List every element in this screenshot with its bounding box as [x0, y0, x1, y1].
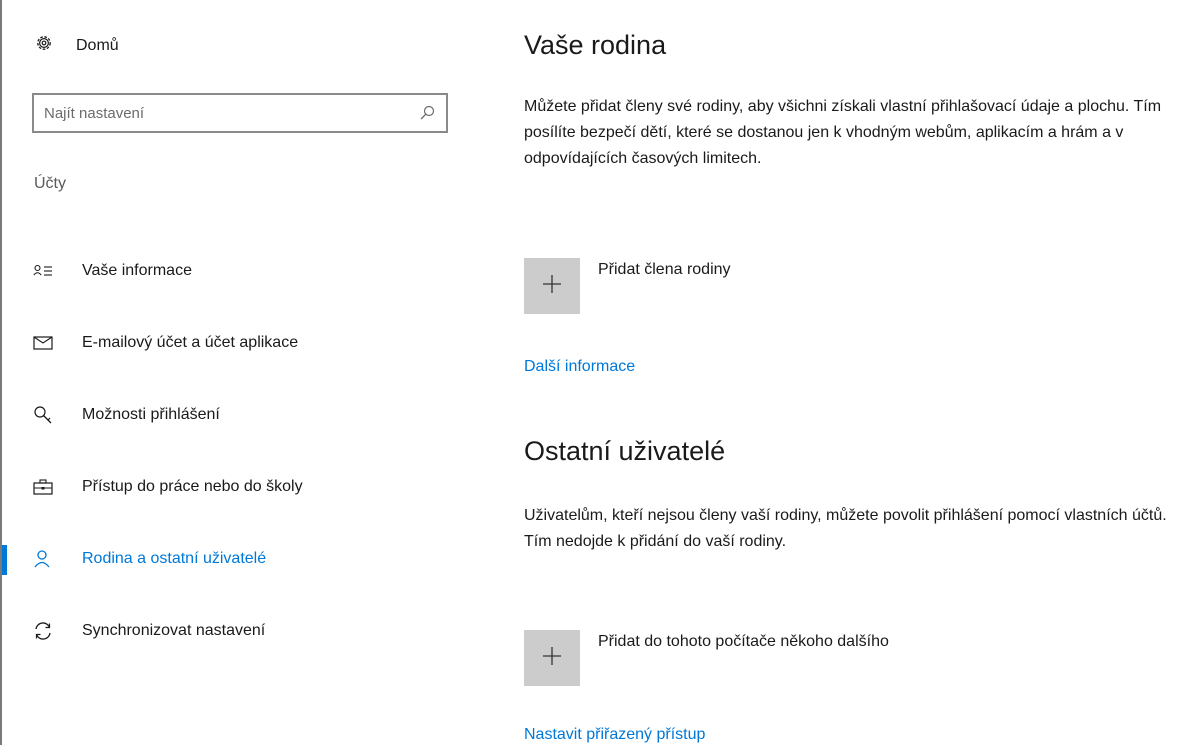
home-nav-item[interactable]: Domů [34, 33, 119, 58]
sidebar-item-label: Rodina a ostatní uživatelé [82, 550, 267, 567]
person-card-icon [32, 260, 54, 282]
active-indicator [2, 545, 7, 575]
add-someone-else-button[interactable]: Přidat do tohoto počítače někoho dalšího [524, 630, 889, 686]
family-description: Můžete přidat členy své rodiny, aby všic… [524, 98, 1162, 167]
add-family-member-button[interactable]: Přidat člena rodiny [524, 258, 731, 314]
sidebar-item-email-accounts[interactable]: E-mailový účet a účet aplikace [2, 307, 482, 379]
gear-icon [34, 33, 54, 58]
assigned-access-link[interactable]: Nastavit přiřazený přístup [524, 726, 705, 744]
sidebar-item-label: Přístup do práce nebo do školy [82, 478, 303, 495]
sidebar-item-work-school[interactable]: Přístup do práce nebo do školy [2, 451, 482, 523]
other-users-section-title: Ostatní uživatelé [524, 436, 726, 466]
sidebar-item-label: Vaše informace [82, 262, 192, 279]
settings-window: Domů Účty [0, 0, 1203, 745]
sidebar-item-family[interactable]: Rodina a ostatní uživatelé [2, 523, 482, 595]
add-tile [524, 630, 580, 686]
sidebar-item-sync[interactable]: Synchronizovat nastavení [2, 595, 482, 667]
sidebar: Domů Účty [2, 0, 482, 745]
briefcase-icon [32, 476, 54, 498]
sidebar-nav: Vaše informace E-mailový účet a účet apl… [2, 235, 482, 667]
more-info-link[interactable]: Další informace [524, 358, 635, 376]
add-someone-else-label: Přidat do tohoto počítače někoho dalšího [598, 633, 889, 650]
person-icon [32, 548, 54, 570]
plus-icon [541, 273, 563, 300]
add-tile [524, 258, 580, 314]
other-users-description: Uživatelům, kteří nejsou členy vaší rodi… [524, 507, 1167, 550]
home-label: Domů [76, 36, 119, 54]
search-icon[interactable] [412, 105, 442, 121]
key-icon [32, 404, 54, 426]
sidebar-item-label: E-mailový účet a účet aplikace [82, 334, 299, 351]
sidebar-item-label: Synchronizovat nastavení [82, 622, 266, 639]
search-input[interactable] [34, 95, 412, 131]
plus-icon [541, 645, 563, 672]
mail-icon [32, 332, 54, 354]
sidebar-item-label: Možnosti přihlášení [82, 406, 220, 423]
sync-icon [32, 620, 54, 642]
search-box[interactable] [32, 93, 448, 133]
section-label-accounts: Účty [34, 175, 66, 192]
add-family-member-label: Přidat člena rodiny [598, 261, 731, 278]
sidebar-item-sign-in-options[interactable]: Možnosti přihlášení [2, 379, 482, 451]
family-section-title: Vaše rodina [524, 30, 667, 60]
sidebar-item-your-info[interactable]: Vaše informace [2, 235, 482, 307]
